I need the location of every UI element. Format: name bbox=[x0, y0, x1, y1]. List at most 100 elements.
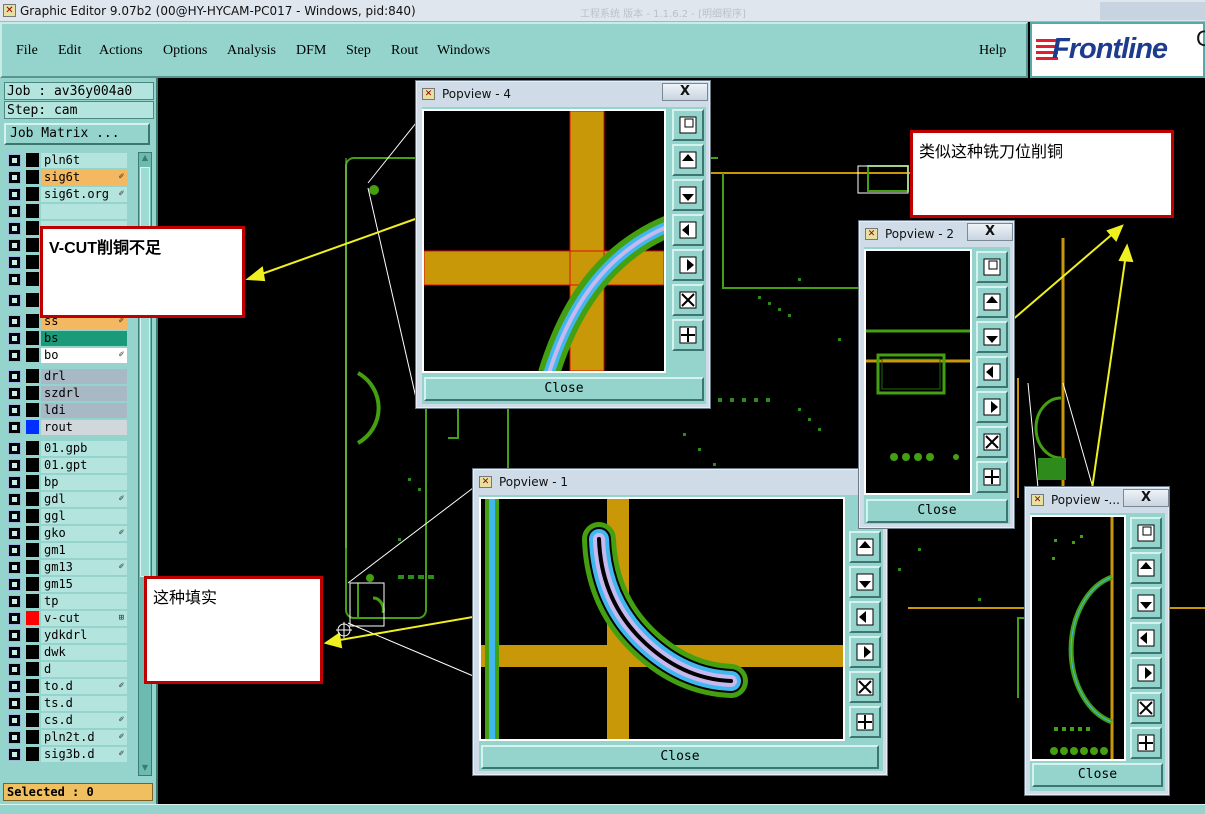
layer-checkbox[interactable] bbox=[8, 697, 21, 710]
popview-3-titlebar[interactable]: ✕ Popview -... X bbox=[1029, 488, 1169, 510]
zoom-home-icon[interactable] bbox=[976, 251, 1008, 283]
layer-name[interactable]: ggl bbox=[41, 509, 127, 524]
menu-actions[interactable]: Actions bbox=[99, 43, 143, 59]
layer-color-swatch[interactable] bbox=[26, 331, 39, 345]
layer-color-swatch[interactable] bbox=[26, 526, 39, 540]
layer-color-swatch[interactable] bbox=[26, 153, 39, 167]
layer-name[interactable]: ydkdrl bbox=[41, 628, 127, 643]
pan-up-icon[interactable] bbox=[1130, 552, 1162, 584]
popview-4-close-icon[interactable]: X bbox=[662, 83, 708, 101]
layer-color-swatch[interactable] bbox=[26, 293, 39, 307]
pan-up-icon[interactable] bbox=[976, 286, 1008, 318]
layer-color-swatch[interactable] bbox=[26, 628, 39, 642]
layer-name[interactable]: 01.gpb bbox=[41, 441, 127, 456]
layer-name[interactable]: dwk bbox=[41, 645, 127, 660]
layer-checkbox[interactable] bbox=[8, 578, 21, 591]
layer-color-swatch[interactable] bbox=[26, 475, 39, 489]
pan-left-icon[interactable] bbox=[849, 601, 881, 633]
layer-name[interactable]: sig6t ✐ bbox=[41, 170, 127, 185]
pan-down-icon[interactable] bbox=[1130, 587, 1162, 619]
layer-row[interactable]: 01.gpt bbox=[4, 457, 138, 473]
popview-4-titlebar[interactable]: ✕ Popview - 4 X bbox=[420, 82, 708, 104]
zoom-in-icon[interactable] bbox=[976, 426, 1008, 458]
layer-checkbox[interactable] bbox=[8, 404, 21, 417]
layer-color-swatch[interactable] bbox=[26, 577, 39, 591]
pan-right-icon[interactable] bbox=[849, 636, 881, 668]
layer-row[interactable]: gm1 bbox=[4, 542, 138, 558]
pan-right-icon[interactable] bbox=[976, 391, 1008, 423]
layer-checkbox[interactable] bbox=[8, 527, 21, 540]
layer-color-swatch[interactable] bbox=[26, 386, 39, 400]
layer-row[interactable]: sig6t.org ✐ bbox=[4, 186, 138, 202]
layer-name[interactable]: v-cut ⊞ bbox=[41, 611, 127, 626]
layer-name[interactable]: bo ✐ bbox=[41, 348, 127, 363]
layer-color-swatch[interactable] bbox=[26, 272, 39, 286]
popview-3-close-button[interactable]: Close bbox=[1032, 763, 1163, 787]
layer-checkbox[interactable] bbox=[8, 315, 21, 328]
layer-row[interactable]: szdrl bbox=[4, 385, 138, 401]
popview-2-view[interactable] bbox=[864, 249, 972, 495]
menu-file[interactable]: File bbox=[16, 43, 38, 59]
pan-down-icon[interactable] bbox=[672, 179, 704, 211]
layer-checkbox[interactable] bbox=[8, 205, 21, 218]
layer-color-swatch[interactable] bbox=[26, 594, 39, 608]
layer-checkbox[interactable] bbox=[8, 154, 21, 167]
layer-checkbox[interactable] bbox=[8, 349, 21, 362]
layer-row[interactable] bbox=[4, 203, 138, 219]
layer-row[interactable]: bp bbox=[4, 474, 138, 490]
layer-row[interactable]: ts.d bbox=[4, 695, 138, 711]
zoom-in-icon[interactable] bbox=[849, 671, 881, 703]
popview-4-close-button[interactable]: Close bbox=[424, 377, 704, 401]
menu-rout[interactable]: Rout bbox=[391, 43, 418, 59]
layer-checkbox[interactable] bbox=[8, 561, 21, 574]
layer-color-swatch[interactable] bbox=[26, 645, 39, 659]
layer-checkbox[interactable] bbox=[8, 646, 21, 659]
layer-name[interactable]: 01.gpt bbox=[41, 458, 127, 473]
layer-name[interactable]: ts.d bbox=[41, 696, 127, 711]
pan-down-icon[interactable] bbox=[849, 566, 881, 598]
layer-color-swatch[interactable] bbox=[26, 170, 39, 184]
layer-row[interactable]: pln6t bbox=[4, 152, 138, 168]
layer-name[interactable]: bp bbox=[41, 475, 127, 490]
pan-left-icon[interactable] bbox=[672, 214, 704, 246]
zoom-out-icon[interactable] bbox=[1130, 727, 1162, 759]
layer-name[interactable]: d bbox=[41, 662, 127, 677]
layer-name[interactable]: bs bbox=[41, 331, 127, 346]
pan-up-icon[interactable] bbox=[849, 531, 881, 563]
layer-color-swatch[interactable] bbox=[26, 238, 39, 252]
scroll-up-icon[interactable]: ▲ bbox=[140, 153, 150, 165]
layer-color-swatch[interactable] bbox=[26, 492, 39, 506]
job-matrix-button[interactable]: Job Matrix ... bbox=[4, 123, 150, 145]
layer-color-swatch[interactable] bbox=[26, 713, 39, 727]
layer-row[interactable]: sig3b.d ✐ bbox=[4, 746, 138, 762]
layer-checkbox[interactable] bbox=[8, 421, 21, 434]
menu-analysis[interactable]: Analysis bbox=[227, 43, 276, 59]
layer-color-swatch[interactable] bbox=[26, 204, 39, 218]
layer-name[interactable]: gdl ✐ bbox=[41, 492, 127, 507]
pan-up-icon[interactable] bbox=[672, 144, 704, 176]
layer-row[interactable]: gm15 bbox=[4, 576, 138, 592]
layer-checkbox[interactable] bbox=[8, 595, 21, 608]
layer-checkbox[interactable] bbox=[8, 332, 21, 345]
layer-color-swatch[interactable] bbox=[26, 730, 39, 744]
pan-right-icon[interactable] bbox=[1130, 657, 1162, 689]
layer-color-swatch[interactable] bbox=[26, 221, 39, 235]
layer-row[interactable]: rout bbox=[4, 419, 138, 435]
layer-color-swatch[interactable] bbox=[26, 255, 39, 269]
layer-checkbox[interactable] bbox=[8, 629, 21, 642]
layer-checkbox[interactable] bbox=[8, 273, 21, 286]
zoom-home-icon[interactable] bbox=[672, 109, 704, 141]
layer-name[interactable]: gm15 bbox=[41, 577, 127, 592]
layer-color-swatch[interactable] bbox=[26, 560, 39, 574]
layer-name[interactable]: tp bbox=[41, 594, 127, 609]
scroll-down-icon[interactable]: ▼ bbox=[140, 763, 150, 775]
layer-checkbox[interactable] bbox=[8, 612, 21, 625]
menu-windows[interactable]: Windows bbox=[437, 43, 490, 59]
menu-help[interactable]: Help bbox=[979, 43, 1006, 59]
layer-color-swatch[interactable] bbox=[26, 679, 39, 693]
layer-name[interactable]: sig6t.org ✐ bbox=[41, 187, 127, 202]
popview-1-close-button[interactable]: Close bbox=[481, 745, 879, 769]
menu-options[interactable]: Options bbox=[163, 43, 207, 59]
layer-row[interactable]: to.d ✐ bbox=[4, 678, 138, 694]
layer-checkbox[interactable] bbox=[8, 748, 21, 761]
